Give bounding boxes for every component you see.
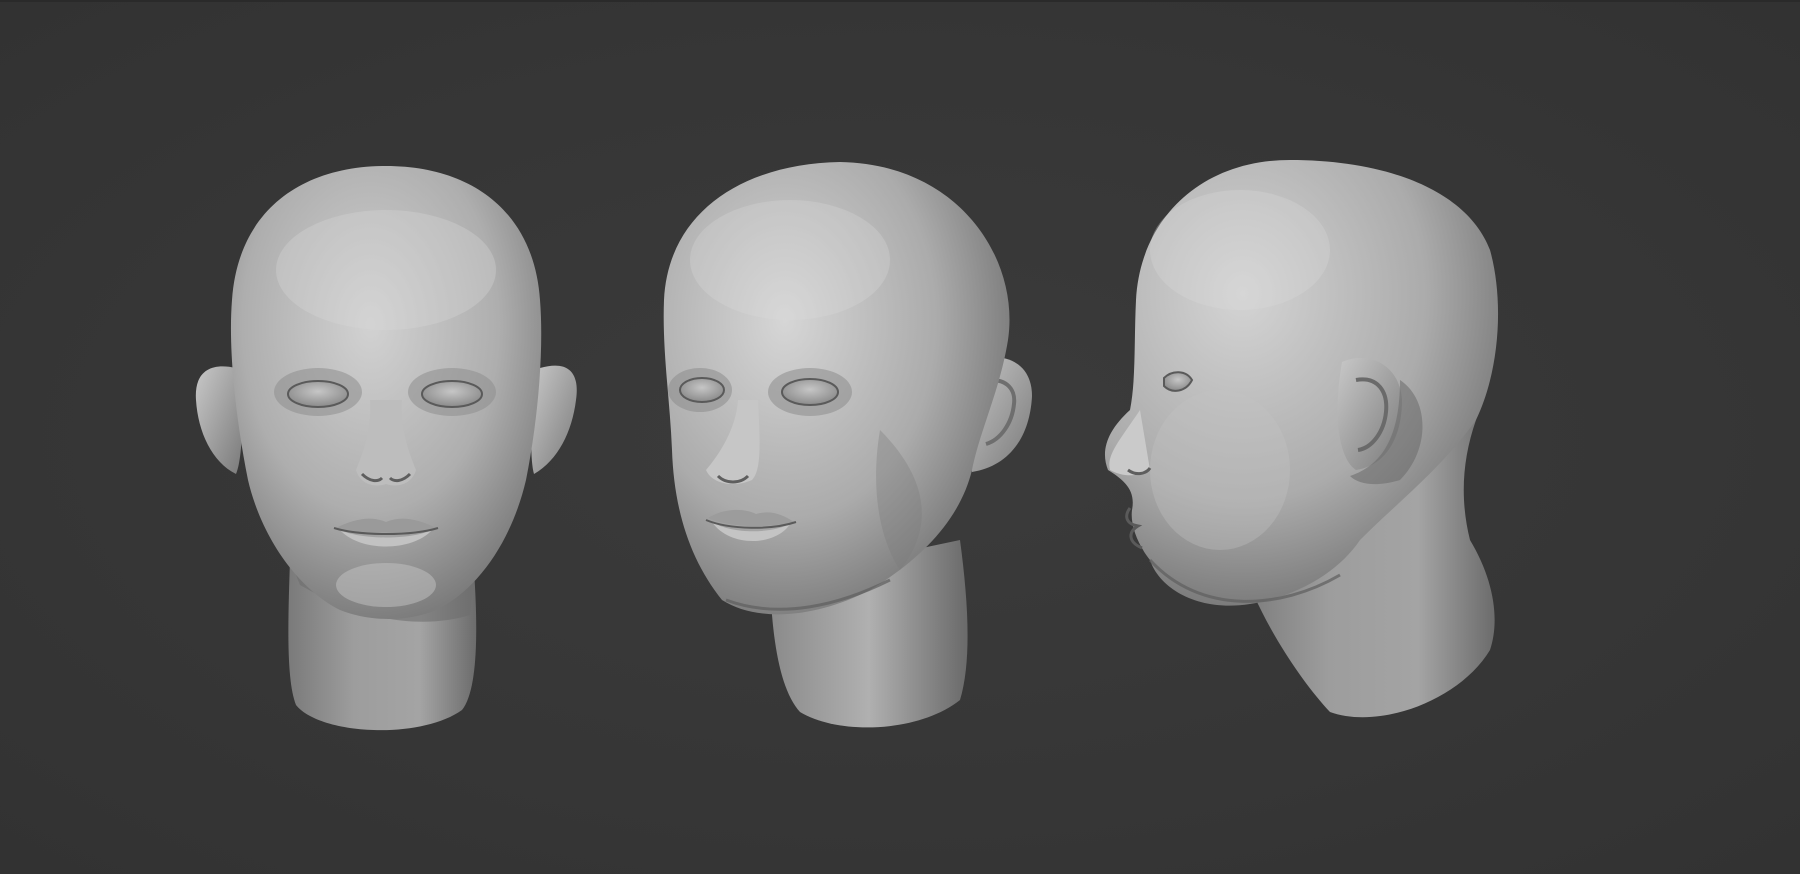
front-left-eye bbox=[287, 380, 349, 408]
front-right-eye bbox=[421, 380, 483, 408]
head-three-quarter[interactable] bbox=[663, 162, 1032, 728]
viewport[interactable] bbox=[0, 0, 1800, 874]
profile-forehead-highlight bbox=[1150, 190, 1330, 310]
tq-right-eye bbox=[781, 378, 839, 406]
head-front[interactable] bbox=[195, 166, 577, 731]
front-forehead-highlight bbox=[276, 210, 496, 330]
tq-left-eye bbox=[679, 377, 725, 403]
front-chin bbox=[336, 563, 436, 607]
profile-cheek bbox=[1150, 390, 1290, 550]
head-profile[interactable] bbox=[1104, 160, 1499, 718]
tq-forehead-highlight bbox=[690, 200, 890, 320]
sculpt-scene bbox=[195, 160, 1499, 731]
